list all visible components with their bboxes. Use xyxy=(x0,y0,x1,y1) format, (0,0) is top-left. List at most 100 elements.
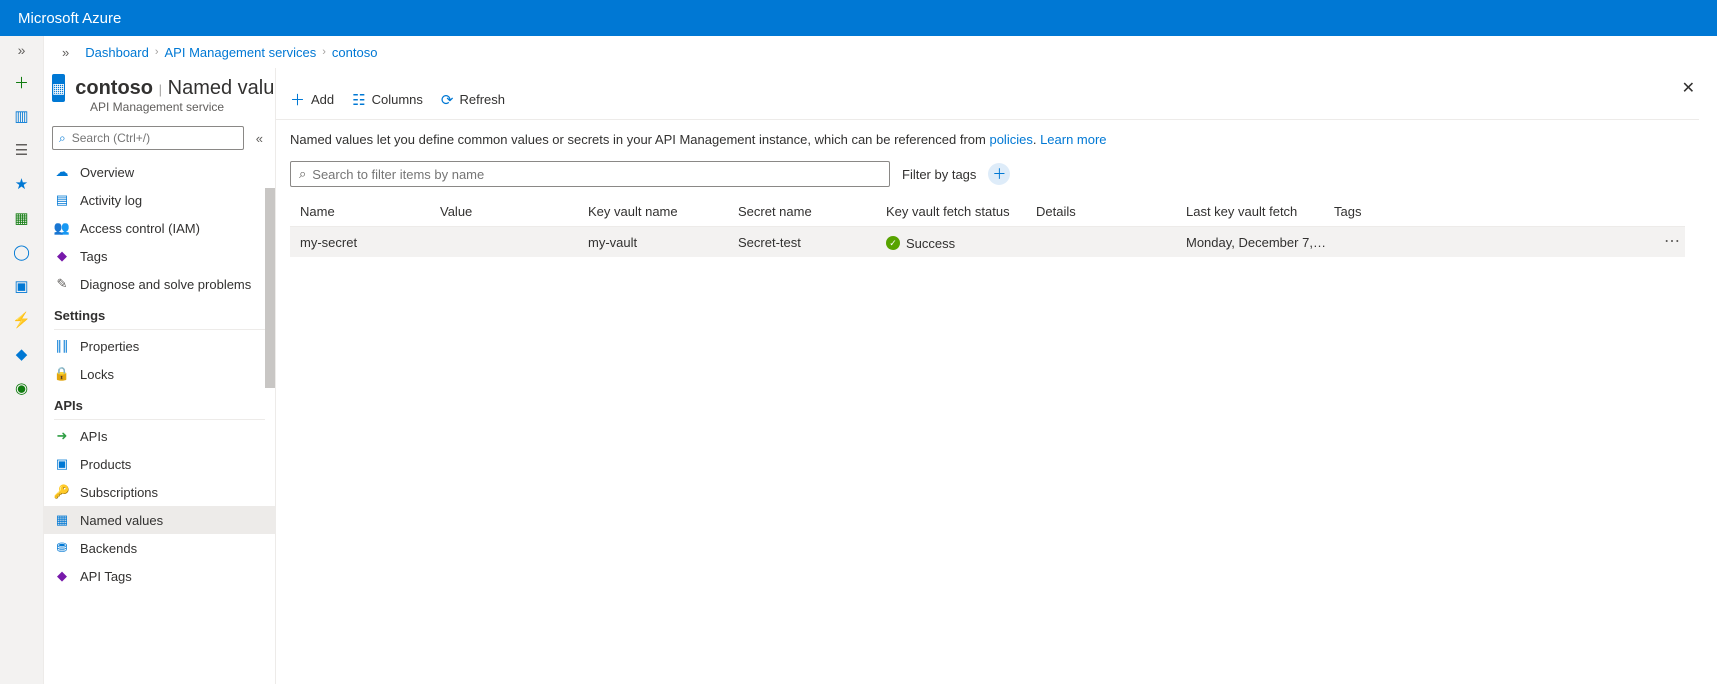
monitor-icon[interactable]: ◉ xyxy=(12,378,32,398)
columns-icon: ☷ xyxy=(352,91,365,109)
resource-type-icon: ▦ xyxy=(52,74,65,102)
col-kv[interactable]: Key vault name xyxy=(588,204,738,219)
refresh-icon: ⟳ xyxy=(441,91,454,109)
access-control-iam--icon: 👥 xyxy=(54,220,70,236)
all-resources-icon[interactable]: ☰ xyxy=(12,140,32,160)
breadcrumb-expand-button[interactable]: » xyxy=(56,43,75,62)
cell-secret: Secret-test xyxy=(738,235,886,250)
nav-item-label: Activity log xyxy=(80,193,142,208)
col-tags[interactable]: Tags xyxy=(1334,204,1454,219)
nav-item-label: APIs xyxy=(80,429,107,444)
tags-icon: ◆ xyxy=(54,248,70,264)
nav-section-settings: Settings xyxy=(44,298,275,327)
subscriptions-icon: 🔑 xyxy=(54,484,70,500)
brand-label: Microsoft Azure xyxy=(18,10,121,27)
nav-item-diagnose-and-solve-problems[interactable]: ✎ Diagnose and solve problems xyxy=(44,270,275,298)
col-details[interactable]: Details xyxy=(1036,204,1186,219)
app-services-icon[interactable]: ⚡ xyxy=(12,310,32,330)
apis-icon: ➜ xyxy=(54,428,70,444)
diagnose-and-solve-problems-icon: ✎ xyxy=(54,276,70,292)
storage-icon[interactable]: ◆ xyxy=(12,344,32,364)
blade-sidebar: ▦ contoso | Named values ⎙ API Managemen… xyxy=(44,68,276,684)
link-learn-more[interactable]: Learn more xyxy=(1040,132,1106,147)
nav-item-label: Backends xyxy=(80,541,137,556)
nav-item-properties[interactable]: ∥∥Properties xyxy=(44,332,275,360)
properties-icon: ∥∥ xyxy=(54,338,70,354)
col-status[interactable]: Key vault fetch status xyxy=(886,204,1036,219)
sql-icon[interactable]: ▣ xyxy=(12,276,32,296)
close-button[interactable]: ✕ xyxy=(1676,72,1701,104)
link-policies[interactable]: policies xyxy=(989,132,1032,147)
col-last[interactable]: Last key vault fetch xyxy=(1186,204,1334,219)
blade-main: ✕ ＋ Add ☷ Columns ⟳ Refresh xyxy=(276,68,1717,684)
activity-log-icon: ▤ xyxy=(54,192,70,208)
resource-type-label: API Management service xyxy=(44,100,275,114)
nav-item-label: Locks xyxy=(80,367,114,382)
columns-button[interactable]: ☷ Columns xyxy=(352,91,423,109)
rail-expand-button[interactable]: » xyxy=(18,42,26,58)
sidebar-collapse-button[interactable]: « xyxy=(252,127,267,150)
breadcrumb-link-apim[interactable]: API Management services xyxy=(165,45,317,60)
create-resource-icon[interactable]: ＋ xyxy=(12,72,32,92)
grid-header: Name Value Key vault name Secret name Ke… xyxy=(290,197,1685,227)
plus-icon: ＋ xyxy=(290,89,305,110)
nav-item-named-values[interactable]: ▦ Named values xyxy=(44,506,275,534)
command-bar: ＋ Add ☷ Columns ⟳ Refresh xyxy=(276,80,1699,120)
resource-groups-icon[interactable]: ◯ xyxy=(12,242,32,262)
nav-item-subscriptions[interactable]: 🔑Subscriptions xyxy=(44,478,275,506)
col-secret[interactable]: Secret name xyxy=(738,204,886,219)
nav-item-products[interactable]: ▣ Products xyxy=(44,450,275,478)
chevron-right-icon: › xyxy=(155,46,159,58)
breadcrumb-link-resource[interactable]: contoso xyxy=(332,45,378,60)
left-rail: » ＋ ▥ ☰ ★ ▦ ◯ ▣ ⚡ ◆ ◉ xyxy=(0,36,44,684)
filter-input-wrap[interactable]: ⌕ xyxy=(290,161,890,187)
add-tag-filter-button[interactable]: ＋ xyxy=(988,163,1010,185)
nav-item-label: Named values xyxy=(80,513,163,528)
filter-by-tags-label: Filter by tags xyxy=(902,167,976,182)
nav-item-api-tags[interactable]: ◆API Tags xyxy=(44,562,275,590)
breadcrumb-link-dashboard[interactable]: Dashboard xyxy=(85,45,149,60)
nav-item-activity-log[interactable]: ▤ Activity log xyxy=(44,186,275,214)
nav-item-locks[interactable]: 🔒 Locks xyxy=(44,360,275,388)
sidebar-search[interactable]: ⌕ xyxy=(52,126,244,150)
divider xyxy=(54,329,265,330)
nav-item-apis[interactable]: ➜ APIs xyxy=(44,422,275,450)
row-context-menu-button[interactable]: ⋯ xyxy=(1664,231,1681,251)
table-row[interactable]: my-secretmy-vaultSecret-test✓SuccessMond… xyxy=(290,227,1685,257)
col-name[interactable]: Name xyxy=(290,204,440,219)
products-icon: ▣ xyxy=(54,456,70,472)
divider xyxy=(54,419,265,420)
named-values-icon: ▦ xyxy=(54,512,70,528)
cell-name: my-secret xyxy=(290,235,440,250)
sidebar-search-input[interactable] xyxy=(72,131,237,145)
description-text: Named values let you define common value… xyxy=(276,120,1699,161)
chevron-right-icon: › xyxy=(322,46,326,58)
nav-section-apis: APIs xyxy=(44,388,275,417)
cell-kv: my-vault xyxy=(588,235,738,250)
refresh-button[interactable]: ⟳ Refresh xyxy=(441,91,505,109)
overview-icon: ☁ xyxy=(54,164,70,180)
named-values-grid: Name Value Key vault name Secret name Ke… xyxy=(290,197,1685,257)
nav-item-tags[interactable]: ◆ Tags xyxy=(44,242,275,270)
top-bar: Microsoft Azure xyxy=(0,0,1717,36)
filter-input[interactable] xyxy=(312,167,881,182)
nav-item-access-control-iam-[interactable]: 👥 Access control (IAM) xyxy=(44,214,275,242)
add-button[interactable]: ＋ Add xyxy=(290,89,334,110)
all-services-icon[interactable]: ▦ xyxy=(12,208,32,228)
nav-item-label: Diagnose and solve problems xyxy=(80,277,251,292)
search-icon: ⌕ xyxy=(299,166,306,182)
col-value[interactable]: Value xyxy=(440,204,588,219)
nav-item-backends[interactable]: ⛃Backends xyxy=(44,534,275,562)
nav-item-label: Products xyxy=(80,457,131,472)
page-title: contoso | Named values ⎙ xyxy=(75,77,276,100)
locks-icon: 🔒 xyxy=(54,366,70,382)
sidebar-scrollbar[interactable] xyxy=(265,188,275,684)
nav-item-label: Overview xyxy=(80,165,134,180)
nav-item-label: Tags xyxy=(80,249,107,264)
nav-item-overview[interactable]: ☁ Overview xyxy=(44,158,275,186)
search-icon: ⌕ xyxy=(59,131,66,146)
dashboard-icon[interactable]: ▥ xyxy=(12,106,32,126)
favorites-icon[interactable]: ★ xyxy=(12,174,32,194)
cell-last: Monday, December 7, 2… xyxy=(1186,235,1334,250)
nav-item-label: Access control (IAM) xyxy=(80,221,200,236)
